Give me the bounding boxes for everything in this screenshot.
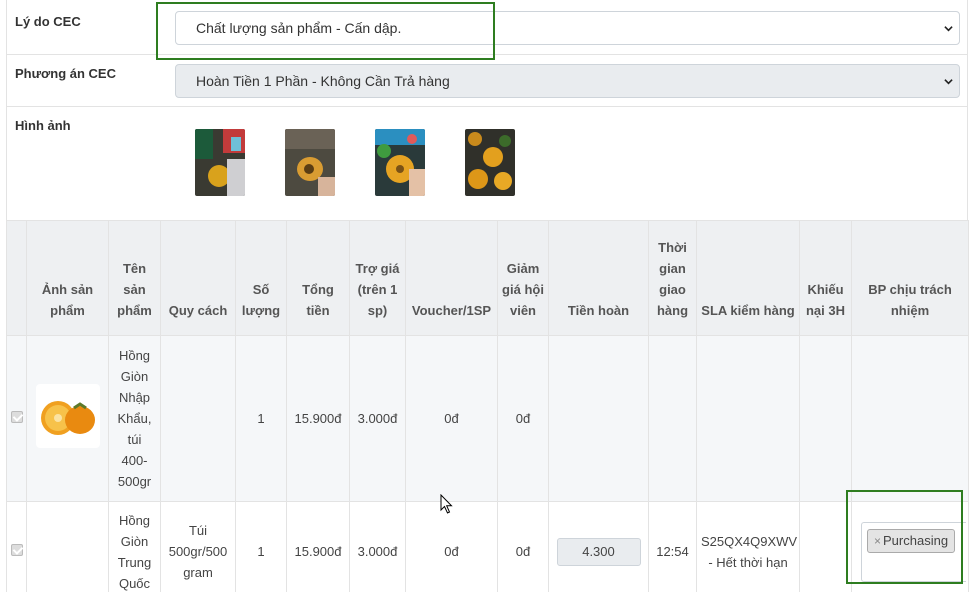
- col-product-name: Tên sản phẩm: [108, 220, 161, 336]
- col-sla: SLA kiểm hàng: [696, 220, 800, 336]
- col-refund: Tiền hoàn: [548, 220, 649, 336]
- product-image-persimmon[interactable]: [35, 383, 100, 448]
- cec-form: Lý do CEC Chất lượng sản phẩm - Cấn dập.…: [6, 0, 968, 220]
- product-sla: S25QX4Q9XWV - Hết thời hạn: [696, 501, 800, 592]
- row-checkbox-cell: [6, 335, 27, 502]
- product-complaint: [799, 501, 852, 592]
- product-delivery-time: 12:54: [648, 501, 697, 592]
- product-total: 15.900đ: [286, 501, 350, 592]
- col-select: [6, 220, 27, 336]
- row-checkbox[interactable]: [11, 411, 23, 423]
- col-product-image: Ảnh sản phẩm: [26, 220, 109, 336]
- col-voucher: Voucher/1SP: [405, 220, 498, 336]
- reason-select[interactable]: Chất lượng sản phẩm - Cấn dập.: [175, 11, 960, 45]
- department-select[interactable]: × Purchasing: [861, 522, 966, 582]
- plan-row: Phương án CEC Hoàn Tiền 1 Phần - Không C…: [7, 55, 967, 107]
- remove-tag-icon[interactable]: ×: [874, 534, 881, 548]
- images-row: Hình ảnh: [7, 107, 967, 220]
- chevron-down-icon: [944, 79, 953, 85]
- col-subsidy: Trợ giá (trên 1 sp): [349, 220, 406, 336]
- col-member-discount: Giảm giá hội viên: [497, 220, 549, 336]
- product-member-discount: 0đ: [497, 335, 549, 502]
- product-delivery-time: [648, 335, 697, 502]
- table-header-row: Ảnh sản phẩm Tên sản phẩm Quy cách Số lư…: [6, 220, 969, 336]
- reason-label: Lý do CEC: [15, 14, 81, 29]
- refund-cell: 4.300: [548, 501, 649, 592]
- table-row: Hồng Giòn Trung Quốc Túi 500gr/500 gram …: [6, 501, 969, 592]
- product-refund: [548, 335, 649, 502]
- product-total: 15.900đ: [286, 335, 350, 502]
- row-checkbox[interactable]: [11, 544, 23, 556]
- product-complaint: [799, 335, 852, 502]
- product-subsidy: 3.000đ: [349, 335, 406, 502]
- product-image-cell: [26, 335, 109, 502]
- product-sla: [696, 335, 800, 502]
- col-complaint-3h: Khiếu nại 3H: [799, 220, 852, 336]
- product-qty: 1: [235, 501, 287, 592]
- product-subsidy: 3.000đ: [349, 501, 406, 592]
- evidence-image-1[interactable]: [195, 129, 245, 196]
- plan-select-value: Hoàn Tiền 1 Phần - Không Cần Trả hàng: [196, 73, 450, 89]
- col-spec: Quy cách: [160, 220, 236, 336]
- product-spec: Túi 500gr/500 gram: [160, 501, 236, 592]
- reason-select-value: Chất lượng sản phẩm - Cấn dập.: [196, 20, 402, 36]
- images-label: Hình ảnh: [15, 118, 71, 133]
- product-image-cell: [26, 501, 109, 592]
- row-checkbox-cell: [6, 501, 27, 592]
- col-total: Tổng tiền: [286, 220, 350, 336]
- plan-select[interactable]: Hoàn Tiền 1 Phần - Không Cần Trả hàng: [175, 64, 960, 98]
- col-department: BP chịu trách nhiệm: [851, 220, 969, 336]
- product-qty: 1: [235, 335, 287, 502]
- reason-row: Lý do CEC Chất lượng sản phẩm - Cấn dập.: [7, 0, 967, 55]
- product-spec: [160, 335, 236, 502]
- evidence-image-4[interactable]: [465, 129, 515, 196]
- evidence-image-2[interactable]: [285, 129, 335, 196]
- product-name: Hồng Giòn Trung Quốc: [108, 501, 161, 592]
- refund-input[interactable]: 4.300: [556, 537, 641, 566]
- department-tag-label: Purchasing: [883, 533, 949, 548]
- product-member-discount: 0đ: [497, 501, 549, 592]
- product-table: Ảnh sản phẩm Tên sản phẩm Quy cách Số lư…: [6, 220, 969, 592]
- product-voucher: 0đ: [405, 335, 498, 502]
- col-quantity: Số lượng: [235, 220, 287, 336]
- col-delivery-time: Thời gian giao hàng: [648, 220, 697, 336]
- chevron-down-icon: [944, 26, 953, 32]
- plan-label: Phương án CEC: [15, 66, 116, 81]
- table-row: Hồng Giòn Nhập Khẩu, túi 400-500gr 1 15.…: [6, 335, 969, 502]
- evidence-image-3[interactable]: [375, 129, 425, 196]
- product-name: Hồng Giòn Nhập Khẩu, túi 400-500gr: [108, 335, 161, 502]
- product-voucher: 0đ: [405, 501, 498, 592]
- department-tag: × Purchasing: [867, 529, 956, 553]
- product-department: [851, 335, 969, 502]
- mouse-cursor-icon: [440, 494, 453, 514]
